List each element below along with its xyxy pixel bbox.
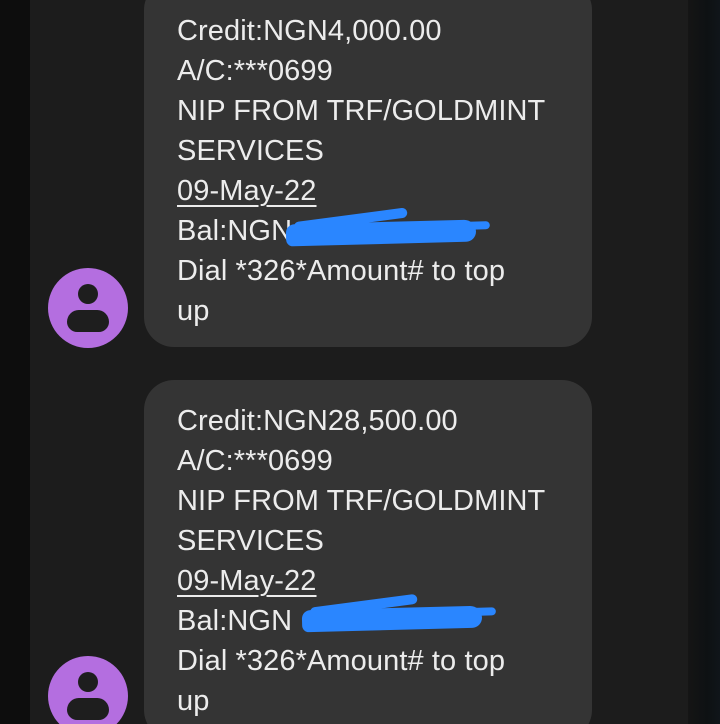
message-bubble[interactable]: Credit:NGN4,000.00 A/C:***0699 NIP FROM … (144, 0, 592, 347)
person-icon (78, 672, 98, 692)
account-number: A/C:***0699 (177, 55, 333, 87)
account-number: A/C:***0699 (177, 445, 333, 477)
sender-avatar[interactable] (48, 656, 128, 724)
narration-line-2: SERVICES (177, 135, 324, 167)
balance-redaction (301, 605, 483, 633)
person-icon-body (67, 310, 109, 332)
person-icon-body (67, 698, 109, 720)
credit-amount: Credit:NGN4,000.00 (177, 15, 442, 47)
credit-amount: Credit:NGN28,500.00 (177, 405, 458, 437)
dial-line-1: Dial *326*Amount# to top (177, 255, 506, 287)
narration-line-1: NIP FROM TRF/GOLDMINT (177, 95, 546, 127)
left-edge (0, 0, 30, 724)
date-link[interactable]: 09-May-22 (177, 175, 317, 207)
dial-line-1: Dial *326*Amount# to top (177, 645, 506, 677)
person-icon (78, 284, 98, 304)
dial-line-2: up (177, 685, 210, 717)
message-bubble[interactable]: Credit:NGN28,500.00 A/C:***0699 NIP FROM… (144, 380, 592, 724)
right-edge (688, 0, 720, 724)
date-link[interactable]: 09-May-22 (177, 565, 317, 597)
message-thread[interactable]: Credit:NGN4,000.00 A/C:***0699 NIP FROM … (30, 0, 688, 724)
dial-line-2: up (177, 295, 210, 327)
sender-avatar[interactable] (48, 268, 128, 348)
narration-line-2: SERVICES (177, 525, 324, 557)
narration-line-1: NIP FROM TRF/GOLDMINT (177, 485, 546, 517)
message-row-1: Credit:NGN4,000.00 A/C:***0699 NIP FROM … (30, 0, 688, 360)
message-row-2: Credit:NGN28,500.00 A/C:***0699 NIP FROM… (30, 380, 688, 724)
